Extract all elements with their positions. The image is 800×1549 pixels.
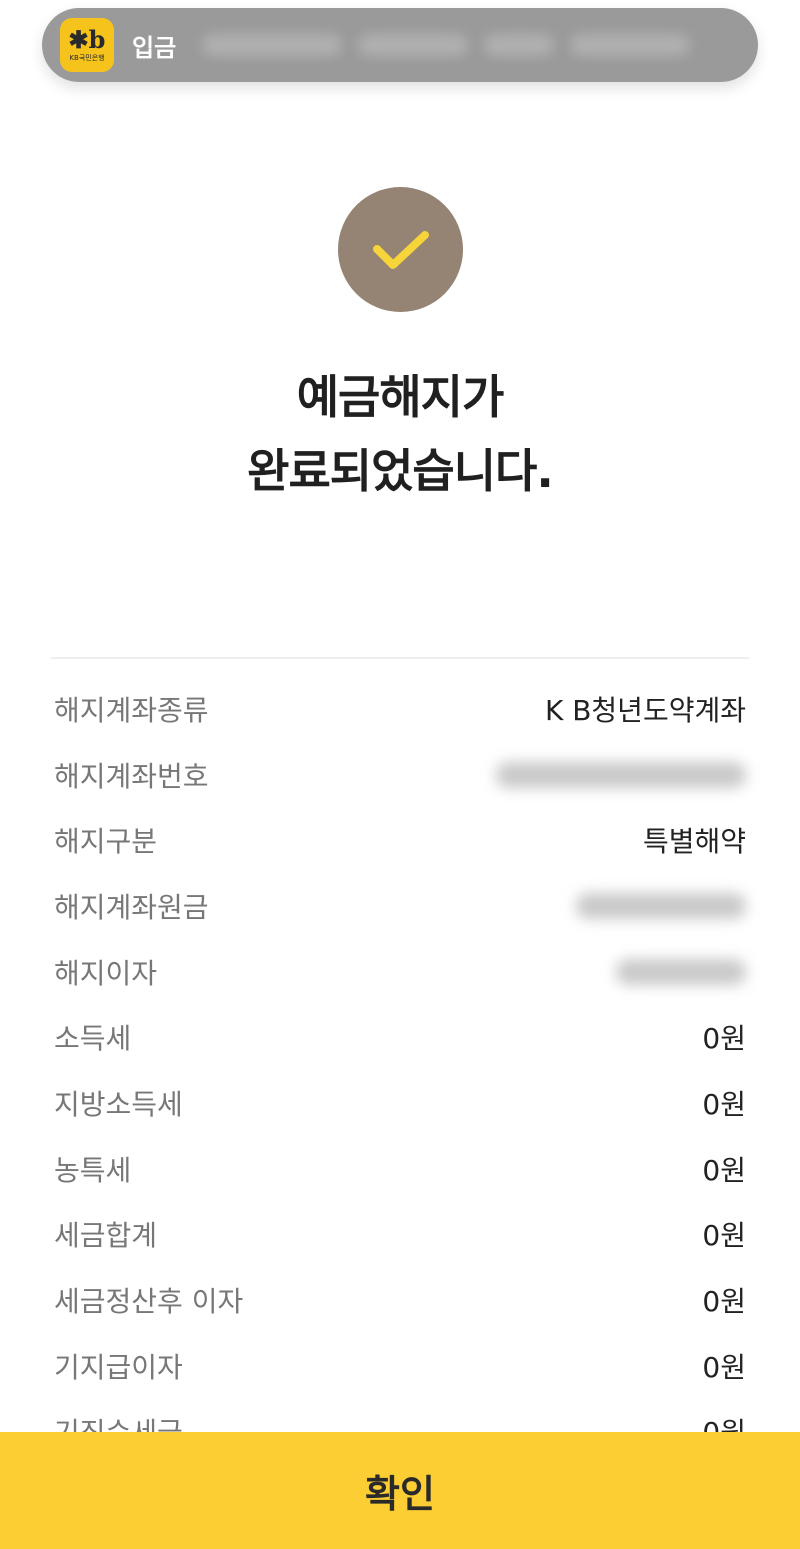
checkmark-icon xyxy=(372,230,429,269)
notification-title: 입금 xyxy=(132,33,177,62)
detail-label: 지방소득세 xyxy=(54,1087,183,1121)
detail-row-termination-type: 해지구분 특별해약 xyxy=(54,807,746,873)
detail-label: 해지계좌번호 xyxy=(54,759,209,793)
headline-line-1: 예금해지가 xyxy=(296,370,505,424)
termination-details: 해지계좌종류 K B청년도약계좌 해지계좌번호 해지구분 특별해약 해지계좌원금… xyxy=(54,676,746,1464)
detail-row-principal: 해지계좌원금 xyxy=(54,873,746,939)
notification-message-redacted xyxy=(202,34,691,56)
detail-label: 해지구분 xyxy=(54,825,158,859)
detail-value: 0원 xyxy=(702,1285,746,1319)
detail-label: 기지급이자 xyxy=(54,1350,183,1384)
completion-headline: 예금해지가 완료되었습니다. xyxy=(0,360,800,508)
detail-row-income-tax: 소득세 0원 xyxy=(54,1004,746,1070)
detail-value: K B청년도약계좌 xyxy=(544,693,746,727)
detail-row-account-number: 해지계좌번호 xyxy=(54,742,746,808)
detail-label: 해지계좌원금 xyxy=(54,890,209,924)
detail-row-account-type: 해지계좌종류 K B청년도약계좌 xyxy=(54,676,746,742)
detail-row-paid-interest: 기지급이자 0원 xyxy=(54,1333,746,1399)
notification-banner[interactable]: ✱b KB국민은행 입금 xyxy=(42,8,758,82)
detail-value: 0원 xyxy=(702,1022,746,1056)
detail-row-interest-after-tax: 세금정산후 이자 0원 xyxy=(54,1267,746,1333)
detail-label: 세금합계 xyxy=(54,1219,158,1253)
detail-row-local-income-tax: 지방소득세 0원 xyxy=(54,1070,746,1136)
success-check-icon xyxy=(338,187,463,312)
detail-label: 해지계좌종류 xyxy=(54,693,209,727)
divider xyxy=(51,657,749,659)
kb-logo-text: KB국민은행 xyxy=(69,53,105,62)
detail-row-interest: 해지이자 xyxy=(54,939,746,1005)
confirm-button[interactable]: 확인 xyxy=(0,1432,800,1549)
redacted-interest xyxy=(616,958,746,985)
detail-value: 0원 xyxy=(702,1153,746,1187)
redacted-account-number xyxy=(496,761,746,788)
detail-row-total-tax: 세금합계 0원 xyxy=(54,1202,746,1268)
detail-row-special-tax: 농특세 0원 xyxy=(54,1136,746,1202)
kb-bank-app-icon: ✱b KB국민은행 xyxy=(60,18,114,72)
detail-label: 세금정산후 이자 xyxy=(54,1285,244,1319)
detail-value: 0원 xyxy=(702,1087,746,1121)
detail-value: 특별해약 xyxy=(642,825,746,859)
detail-value: 0원 xyxy=(702,1219,746,1253)
headline-line-2: 완료되었습니다. xyxy=(247,444,554,498)
kb-logo-mark: ✱b xyxy=(68,24,106,54)
detail-label: 농특세 xyxy=(54,1153,132,1187)
redacted-principal xyxy=(576,892,746,919)
detail-label: 해지이자 xyxy=(54,956,158,990)
detail-value: 0원 xyxy=(702,1350,746,1384)
detail-label: 소득세 xyxy=(54,1022,132,1056)
